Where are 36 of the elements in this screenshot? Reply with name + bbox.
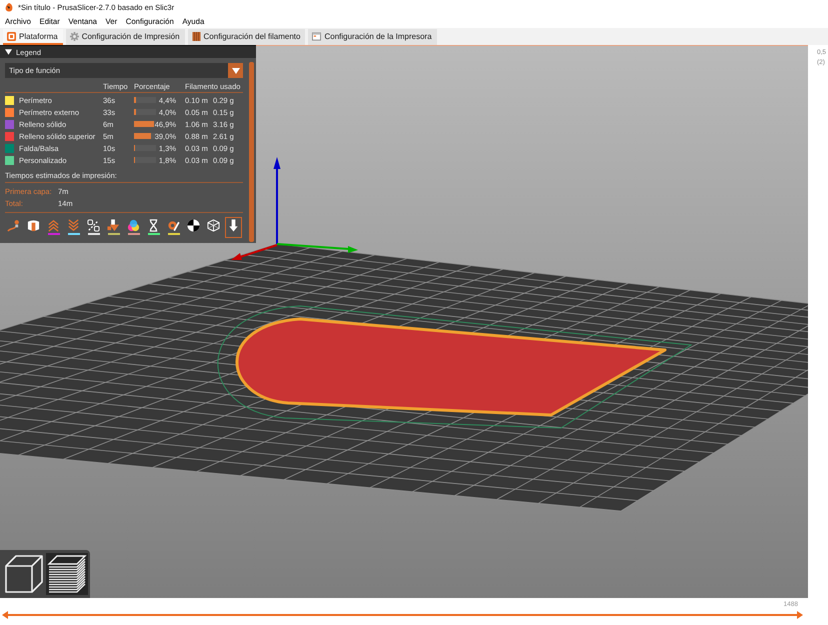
caret-down-icon[interactable] bbox=[5, 49, 12, 55]
wipe-icon bbox=[27, 219, 40, 232]
tab[interactable]: Plataforma bbox=[3, 29, 63, 45]
hourglass-icon bbox=[147, 219, 160, 232]
app-logo-icon bbox=[5, 3, 13, 12]
view-option-button[interactable] bbox=[85, 217, 102, 238]
color-circles-icon bbox=[127, 219, 140, 232]
caret-down-icon bbox=[232, 68, 240, 74]
arrow-down-icon bbox=[227, 219, 240, 232]
scrollbar-thumb[interactable] bbox=[248, 62, 254, 242]
x-axis-arrow bbox=[231, 244, 278, 260]
gear-icon bbox=[70, 32, 79, 40]
filament-spool-icon bbox=[192, 32, 201, 40]
view-option-button[interactable] bbox=[145, 217, 162, 238]
view-option-button[interactable] bbox=[225, 217, 242, 238]
plate-icon bbox=[7, 32, 16, 40]
travel-path-icon bbox=[7, 219, 20, 232]
quartered-circle-icon bbox=[187, 219, 200, 232]
window-icon bbox=[312, 32, 322, 40]
dropdown-button[interactable] bbox=[228, 63, 243, 78]
view-mode-button[interactable] bbox=[46, 553, 88, 595]
tab[interactable]: Configuración del filamento bbox=[188, 29, 306, 45]
slider-thumb[interactable] bbox=[797, 611, 803, 619]
tab[interactable]: Configuración de Impresión bbox=[66, 29, 185, 45]
gear-pencil-icon bbox=[167, 219, 180, 232]
cube-icon bbox=[4, 554, 44, 594]
view-mode-button[interactable] bbox=[3, 553, 45, 595]
tab[interactable]: Configuración de la Impresora bbox=[308, 29, 437, 45]
view-option-button[interactable] bbox=[105, 217, 122, 238]
slider-thumb[interactable] bbox=[2, 611, 8, 619]
wireframe-cube-icon bbox=[207, 219, 220, 232]
tool-change-icon bbox=[107, 219, 120, 232]
seam-icon bbox=[87, 219, 100, 232]
chevrons-up-icon bbox=[47, 219, 60, 232]
layers-icon bbox=[47, 554, 87, 594]
chevrons-down-icon bbox=[67, 219, 80, 232]
